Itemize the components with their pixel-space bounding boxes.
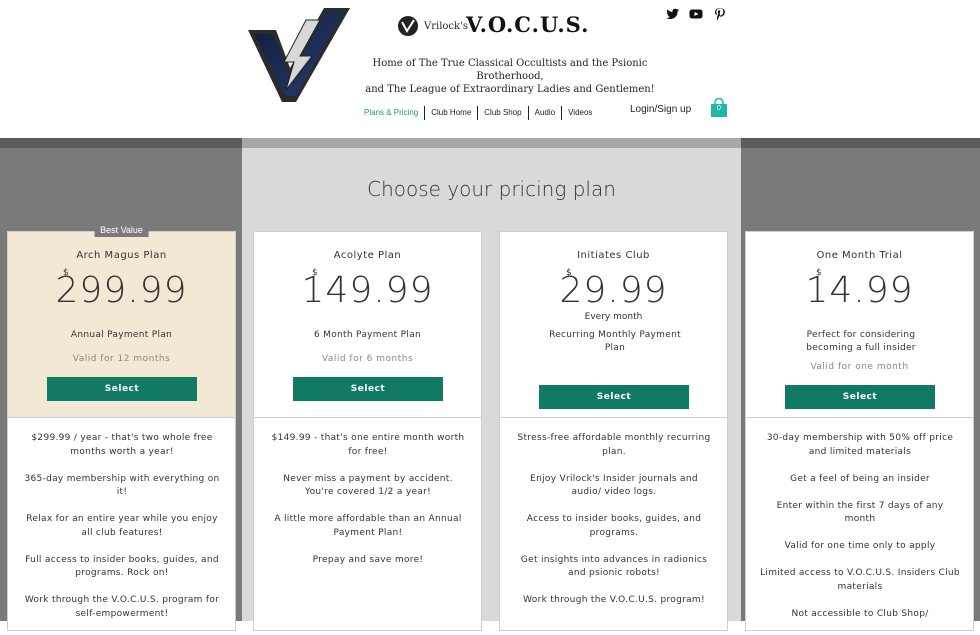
- plan-validity: Valid for one month: [810, 362, 909, 372]
- plan-price: 149.99: [301, 270, 434, 311]
- plan-card-header: One Month Trial $ 14.99 Perfect for cons…: [746, 232, 973, 418]
- feature-item: Enjoy Vrilock's Insider journals and aud…: [530, 473, 698, 498]
- plan-validity: Valid for 12 months: [72, 354, 171, 364]
- feature-list: Stress-free affordable monthly recurring…: [514, 432, 714, 621]
- feature-list: $149.99 - that's one entire month worth …: [268, 432, 468, 581]
- feature-list: $299.99 / year - that's two whole free m…: [22, 432, 222, 635]
- feature-item: Get insights into advances in radionics …: [520, 554, 708, 579]
- feature-item: Not accessible to Club Shop/: [791, 608, 929, 619]
- site-header: Vrilock's V.O.C.U.S. Home of The True Cl…: [0, 0, 980, 138]
- tagline: Home of The True Classical Occultists an…: [352, 57, 668, 96]
- feature-item: Get a feel of being an insider: [790, 473, 930, 484]
- feature-item: Relax for an entire year while you enjoy…: [26, 514, 218, 538]
- feature-item: Work through the V.O.C.U.S. program for …: [24, 595, 220, 619]
- nav-club-home[interactable]: Club Home: [424, 106, 477, 120]
- brand-prefix: Vrilock's: [424, 21, 468, 32]
- billing-period: Every month: [584, 312, 643, 322]
- vocus-logo[interactable]: [246, 6, 352, 104]
- plan-price: 29.99: [559, 270, 668, 311]
- plan-price: 14.99: [805, 270, 914, 311]
- feature-item: A little more affordable than an Annual …: [274, 514, 462, 538]
- pinterest-icon[interactable]: [713, 7, 727, 21]
- best-value-badge: Best Value: [94, 223, 149, 237]
- feature-item: 30-day membership with 50% off price and…: [766, 433, 954, 457]
- feature-item: Full access to insider books, guides, an…: [25, 554, 219, 579]
- nav-audio[interactable]: Audio: [527, 106, 561, 120]
- plan-card-header: Initiates Club $ 29.99 Every month Recur…: [500, 232, 727, 418]
- feature-item: $149.99 - that's one entire month worth …: [271, 433, 465, 457]
- plan-description: Perfect for considering becoming a full …: [806, 330, 916, 353]
- plan-name: Arch Magus Plan: [76, 250, 167, 261]
- tagline-line-2: and The League of Extraordinary Ladies a…: [365, 84, 655, 95]
- feature-item: Work through the V.O.C.U.S. program!: [523, 595, 705, 605]
- feature-list: 30-day membership with 50% off price and…: [760, 432, 960, 635]
- plan-card-one-month-trial: One Month Trial $ 14.99 Perfect for cons…: [745, 231, 974, 631]
- plan-price: 299.99: [55, 270, 188, 311]
- cart-count: 0: [717, 105, 721, 112]
- main-nav: Plans & Pricing Club Home Club Shop Audi…: [358, 104, 598, 122]
- feature-item: Access to insider books, guides, and pro…: [526, 514, 702, 538]
- divider-band-center: [242, 138, 741, 148]
- plan-name: Initiates Club: [577, 250, 650, 261]
- feature-item: Enter within the first 7 days of any mon…: [776, 500, 944, 525]
- tagline-line-1: Home of The True Classical Occultists an…: [372, 58, 648, 82]
- feature-item: Limited access to V.O.C.U.S. Insiders Cl…: [760, 568, 960, 592]
- plan-card-header: Acolyte Plan $ 149.99 6 Month Payment Pl…: [254, 232, 481, 418]
- nav-videos[interactable]: Videos: [561, 106, 598, 120]
- nav-club-shop[interactable]: Club Shop: [477, 106, 527, 120]
- page-title: Choose your pricing plan: [367, 177, 616, 201]
- twitter-icon[interactable]: [666, 7, 680, 21]
- login-signup-link[interactable]: Login/Sign up: [630, 104, 691, 115]
- plan-validity: Valid for 6 months: [321, 354, 414, 364]
- plan-description: Annual Payment Plan: [70, 330, 173, 340]
- plan-card-header: Best Value Arch Magus Plan $ 299.99 Annu…: [8, 223, 235, 418]
- select-button[interactable]: Select: [785, 385, 935, 409]
- select-button[interactable]: Select: [539, 385, 689, 409]
- nav-plans-pricing[interactable]: Plans & Pricing: [358, 106, 424, 120]
- plan-description: Recurring Monthly Payment Plan: [549, 330, 681, 353]
- plan-name: One Month Trial: [816, 250, 903, 261]
- feature-item: 365-day membership with everything on it…: [24, 473, 220, 498]
- plan-card-initiates: Initiates Club $ 29.99 Every month Recur…: [499, 231, 728, 631]
- plan-card-acolyte: Acolyte Plan $ 149.99 6 Month Payment Pl…: [253, 231, 482, 631]
- brand-name[interactable]: V.O.C.U.S.: [466, 12, 589, 37]
- feature-item: $299.99 / year - that's two whole free m…: [31, 433, 213, 457]
- select-button[interactable]: Select: [293, 377, 443, 401]
- v-logo-icon: [398, 16, 418, 36]
- plan-card-arch-magus: Best Value Arch Magus Plan $ 299.99 Annu…: [7, 223, 236, 631]
- plan-description: 6 Month Payment Plan: [313, 330, 422, 340]
- feature-item: Never miss a payment by accident. You're…: [283, 473, 453, 498]
- select-button[interactable]: Select: [47, 377, 197, 401]
- feature-item: Prepay and save more!: [312, 554, 424, 565]
- youtube-icon[interactable]: [689, 7, 703, 21]
- feature-item: Stress-free affordable monthly recurring…: [517, 433, 711, 457]
- plan-name: Acolyte Plan: [333, 250, 402, 261]
- feature-item: Valid for one time only to apply: [784, 541, 936, 551]
